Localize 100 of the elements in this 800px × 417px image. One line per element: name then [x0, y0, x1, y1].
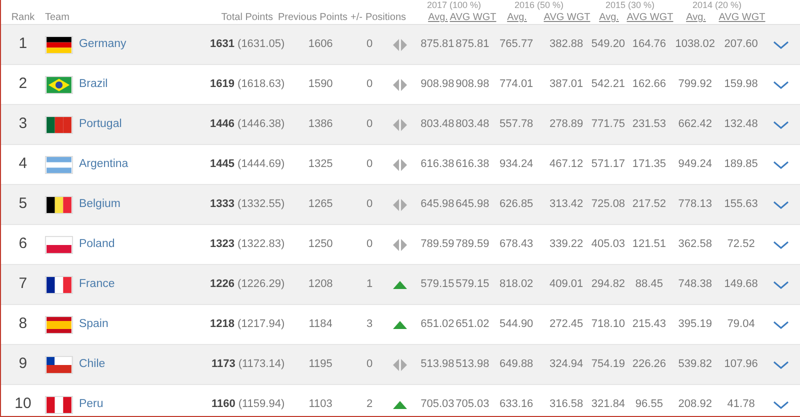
expand-chevron-button[interactable] — [773, 80, 789, 88]
team-link[interactable]: Germany — [78, 36, 126, 54]
previous-points: 1606 — [308, 37, 333, 52]
previous-points: 1386 — [308, 117, 333, 132]
expand-chevron-button[interactable] — [773, 400, 789, 408]
exact-points: (1226.29) — [238, 277, 285, 292]
value-cell-text: 162.66 — [632, 77, 666, 92]
team-link[interactable]: Belgium — [78, 196, 120, 214]
column-header: Previous Points — [278, 10, 348, 24]
position-change: 2 — [366, 397, 373, 412]
column-header-link[interactable]: Avg. — [686, 10, 706, 24]
year-group-label: 2016 (50 %) — [514, 0, 564, 10]
expand-chevron-button[interactable] — [773, 200, 789, 208]
value-cell-text: 633.16 — [500, 397, 534, 412]
value-cell-text: 765.77 — [500, 37, 534, 52]
value-cell-text: 321.84 — [591, 397, 626, 412]
value-cell-text: 395.19 — [678, 317, 712, 332]
column-header: Positions — [365, 10, 406, 24]
team-link[interactable]: Portugal — [78, 116, 122, 134]
rank-cell-text: 7 — [18, 274, 28, 294]
total-points: 1619 — [210, 77, 235, 92]
column-header-link[interactable]: AVG WGT — [544, 10, 590, 24]
team-link[interactable]: Argentina — [78, 156, 128, 174]
position-change: 0 — [366, 37, 373, 52]
value-cell-text: 542.21 — [591, 77, 626, 92]
value-cell-text: 875.81 — [456, 37, 490, 52]
value-cell-text: 789.59 — [420, 237, 454, 252]
position-change: 1 — [366, 277, 373, 292]
team-link[interactable]: Chile — [78, 356, 106, 374]
team-link[interactable]: Peru — [78, 396, 104, 414]
rank-cell-text: 1 — [18, 34, 28, 54]
previous-points: 1590 — [308, 77, 333, 92]
value-cell-text: 362.58 — [678, 237, 712, 252]
value-cell-text: 159.98 — [724, 77, 758, 92]
column-header-link[interactable]: Avg. — [507, 10, 527, 24]
total-points: 1631 — [210, 37, 235, 52]
value-cell-text: 718.10 — [591, 317, 626, 332]
column-header-link[interactable]: Avg. — [428, 10, 448, 24]
total-points: 1173 — [211, 357, 236, 372]
rank-cell-text: 5 — [18, 194, 28, 214]
position-change: 0 — [366, 237, 373, 252]
value-cell-text: 226.26 — [632, 357, 666, 372]
team-link[interactable]: Poland — [78, 236, 115, 254]
team-link[interactable]: Spain — [78, 316, 108, 334]
total-points: 1446 — [210, 117, 235, 132]
value-cell-text: 513.98 — [456, 357, 490, 372]
position-change: 0 — [366, 117, 373, 132]
rank-cell-text: 4 — [18, 154, 28, 174]
team-link[interactable]: Brazil — [78, 76, 108, 94]
expand-chevron-button[interactable] — [773, 240, 789, 248]
exact-points: (1444.69) — [238, 157, 285, 172]
year-group-label: 2017 (100 %) — [426, 0, 482, 10]
column-header-link[interactable]: AVG WGT — [450, 10, 496, 24]
expand-chevron-button[interactable] — [773, 360, 789, 368]
value-cell-text: 705.03 — [420, 397, 454, 412]
year-group-label: 2014 (20 %) — [692, 0, 742, 10]
total-points: 1160 — [211, 397, 236, 412]
value-cell-text: 272.45 — [549, 317, 584, 332]
total-points: 1333 — [210, 197, 235, 212]
value-cell-text: 662.42 — [678, 117, 712, 132]
value-cell-text: 579.15 — [456, 277, 490, 292]
rank-cell-text: 8 — [18, 314, 28, 334]
value-cell-text: 121.51 — [632, 237, 666, 252]
value-cell-text: 549.20 — [591, 37, 626, 52]
value-cell-text: 705.03 — [456, 397, 490, 412]
value-cell-text: 513.98 — [420, 357, 454, 372]
column-header: Total Points — [221, 10, 273, 24]
rank-cell-text: 2 — [18, 74, 28, 94]
value-cell-text: 875.81 — [420, 37, 454, 52]
value-cell-text: 645.98 — [456, 197, 490, 212]
value-cell-text: 579.15 — [420, 277, 454, 292]
value-cell-text: 171.35 — [632, 157, 666, 172]
expand-chevron-button[interactable] — [773, 160, 789, 168]
expand-chevron-button[interactable] — [773, 320, 789, 328]
value-cell-text: 316.58 — [549, 397, 584, 412]
value-cell-text: 754.19 — [591, 357, 626, 372]
value-cell-text: 41.78 — [727, 397, 755, 412]
team-link[interactable]: France — [78, 276, 115, 294]
column-header-link[interactable]: AVG WGT — [626, 10, 674, 24]
value-cell-text: 678.43 — [500, 237, 534, 252]
value-cell-text: 557.78 — [500, 117, 534, 132]
expand-chevron-button[interactable] — [773, 40, 789, 48]
value-cell-text: 96.55 — [635, 397, 663, 412]
value-cell-text: 748.38 — [678, 277, 712, 292]
column-header-link[interactable]: AVG WGT — [718, 10, 766, 24]
exact-points: (1322.83) — [238, 237, 285, 252]
value-cell-text: 382.88 — [549, 37, 584, 52]
value-cell-text: 616.38 — [456, 157, 490, 172]
column-header: Rank — [11, 10, 35, 24]
value-cell-text: 771.75 — [591, 117, 626, 132]
value-cell-text: 387.01 — [549, 77, 584, 92]
expand-chevron-button[interactable] — [773, 120, 789, 128]
column-header-link[interactable]: Avg. — [599, 10, 619, 24]
exact-points: (1631.05) — [238, 37, 285, 52]
value-cell-text: 651.02 — [420, 317, 454, 332]
total-points: 1323 — [210, 237, 235, 252]
previous-points: 1208 — [308, 277, 333, 292]
expand-chevron-button[interactable] — [773, 280, 789, 288]
value-cell-text: 651.02 — [456, 317, 490, 332]
value-cell-text: 799.92 — [678, 77, 712, 92]
